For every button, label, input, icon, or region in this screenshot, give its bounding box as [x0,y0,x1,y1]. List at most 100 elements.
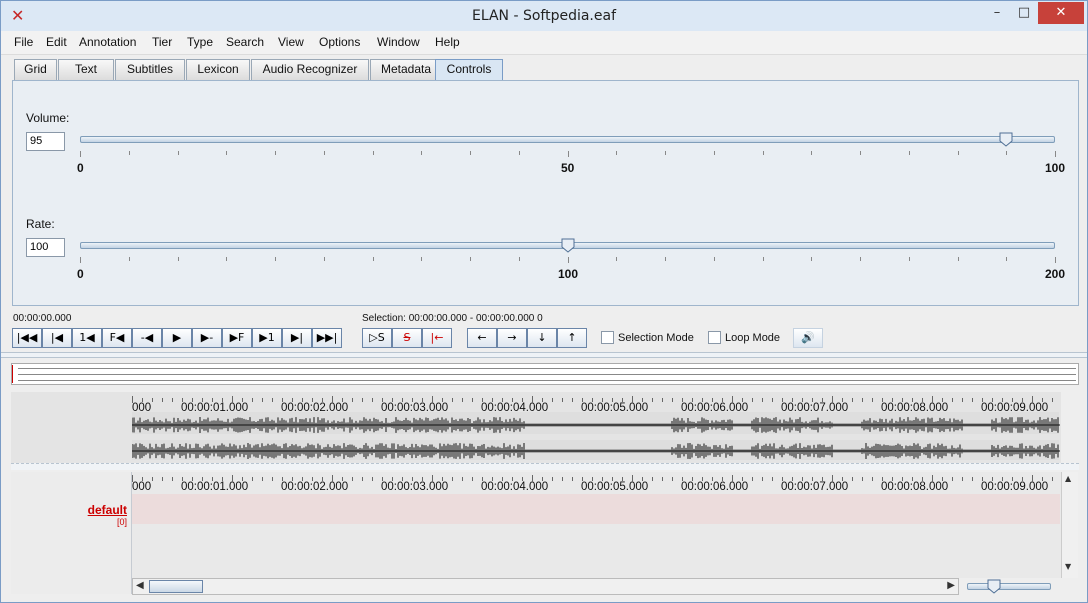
ruler-tick [1032,396,1033,403]
ruler-label: 00:00:06.000 [681,402,749,414]
tab-metadata[interactable]: Metadata [370,59,442,80]
menu-tier[interactable]: Tier [152,35,172,49]
timeline-overview[interactable] [11,363,1079,385]
ruler-tick [642,477,643,481]
volume-speaker-icon[interactable]: 🔊 [793,328,823,348]
horizontal-scrollbar[interactable]: ◀ ▶ [132,578,959,595]
scroll-left-icon[interactable]: ◀ [136,580,144,591]
selection-mode-checkbox[interactable] [601,331,614,344]
close-button[interactable]: ✕ [1038,2,1084,24]
slider-tick [275,257,276,261]
media-control-button-4[interactable]: -◀ [132,328,162,348]
media-control-button-9[interactable]: ▶| [282,328,312,348]
ruler-tick [952,398,953,402]
volume-slider-thumb[interactable] [999,132,1013,147]
ruler-tick [532,475,533,482]
slider-tick [762,151,764,155]
tab-grid[interactable]: Grid [14,59,57,80]
volume-slider-track[interactable] [80,136,1055,143]
ruler-tick [592,398,593,402]
menu-view[interactable]: View [278,35,304,49]
zoom-slider-thumb[interactable] [987,579,1001,594]
tab-lexicon[interactable]: Lexicon [186,59,250,80]
media-control-button-0[interactable]: |◀◀ [12,328,42,348]
menu-edit[interactable]: Edit [46,35,67,49]
nav-left-button[interactable]: ← [467,328,497,348]
ruler-tick [972,398,973,402]
ruler-tick [232,396,233,403]
menu-file[interactable]: File [14,35,33,49]
ruler-tick [182,477,183,481]
slider-tick [811,151,813,155]
rate-slider-thumb[interactable] [561,238,575,253]
menu-annotation[interactable]: Annotation [79,35,136,49]
ruler-tick [412,477,413,481]
vertical-scrollbar[interactable]: ▲ ▼ [1061,472,1078,578]
tier-name[interactable]: default [88,503,127,517]
media-control-button-10[interactable]: ▶▶| [312,328,342,348]
splitter-handle-2[interactable] [11,463,1079,470]
nav-up-button[interactable]: ↑ [557,328,587,348]
ruler-tick [282,477,283,481]
ruler-tick [1042,398,1043,402]
slider-tick [128,151,130,155]
ruler-tick [392,398,393,402]
ruler-tick [342,398,343,402]
go-to-selection-begin-button[interactable]: |← [422,328,452,348]
ruler-tick [672,398,673,402]
overview-cursor [12,365,16,383]
tab-audio-recognizer[interactable]: Audio Recognizer [251,59,369,80]
media-control-button-3[interactable]: F◀ [102,328,132,348]
loop-mode-checkbox[interactable] [708,331,721,344]
tier-label-panel: default [0] [11,472,132,594]
ruler-tick [1022,398,1023,402]
ruler-tick [142,477,143,481]
ruler-tick [322,398,323,402]
media-control-button-1[interactable]: |◀ [42,328,72,348]
ruler-tick [892,398,893,402]
ruler-tick [692,398,693,402]
menu-window[interactable]: Window [377,35,420,49]
zoom-slider-track[interactable] [967,583,1051,590]
menu-search[interactable]: Search [226,35,264,49]
tab-text[interactable]: Text [58,59,114,80]
rate-tick-min: 0 [77,267,84,281]
media-control-button-8[interactable]: ▶1 [252,328,282,348]
ruler-tick [402,398,403,402]
maximize-button[interactable]: □ [1013,2,1035,24]
media-control-button-7[interactable]: ▶F [222,328,252,348]
slider-tick [372,151,374,155]
ruler-label: 00:00:04.000 [481,402,549,414]
tier-row-default[interactable] [132,494,1060,524]
tab-controls[interactable]: Controls [435,59,503,80]
nav-down-button[interactable]: ↓ [527,328,557,348]
ruler-label: 00:00:01.000 [181,402,249,414]
tab-subtitles[interactable]: Subtitles [115,59,185,80]
ruler-tick [942,477,943,481]
media-control-button-6[interactable]: ▶- [192,328,222,348]
clear-selection-button[interactable]: S [392,328,422,348]
slider-tick [226,151,228,155]
slider-tick [908,151,910,155]
media-control-button-2[interactable]: 1◀ [72,328,102,348]
media-control-button-5[interactable]: ▶ [162,328,192,348]
ruler-tick [802,398,803,402]
ruler-tick [1032,475,1033,482]
ruler-tick [292,477,293,481]
slider-tick [957,257,959,261]
volume-field[interactable]: 95 [26,132,65,151]
menu-help[interactable]: Help [435,35,460,49]
play-selection-button[interactable]: ▷S [362,328,392,348]
menu-type[interactable]: Type [187,35,213,49]
splitter-handle[interactable] [1,352,1087,358]
scroll-right-icon[interactable]: ▶ [947,580,955,591]
ruler-tick [362,477,363,481]
rate-field[interactable]: 100 [26,238,65,257]
minimize-button[interactable]: – [986,2,1008,24]
scroll-thumb[interactable] [149,580,203,593]
ruler-tick [852,477,853,481]
nav-right-button[interactable]: → [497,328,527,348]
ruler-tick [382,477,383,481]
slider-tick [80,257,81,263]
menu-options[interactable]: Options [319,35,360,49]
